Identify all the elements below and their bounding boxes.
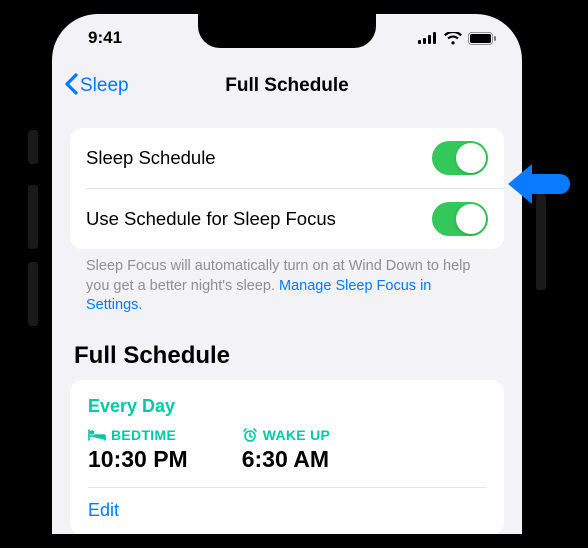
volume-up-button <box>28 185 38 249</box>
wakeup-value: 6:30 AM <box>242 446 330 473</box>
sleep-schedule-row: Sleep Schedule <box>70 128 504 188</box>
battery-icon <box>468 32 496 45</box>
sleep-schedule-label: Sleep Schedule <box>86 147 216 169</box>
sleep-schedule-toggle[interactable] <box>432 141 488 175</box>
phone-screen: 9:41 Sleep Full Schedule Sleep Schedule <box>52 14 522 534</box>
power-button <box>536 194 546 290</box>
alarm-icon <box>242 428 258 442</box>
edit-button[interactable]: Edit <box>88 500 486 521</box>
bedtime-value: 10:30 PM <box>88 446 188 473</box>
bedtime-label: BEDTIME <box>111 427 176 443</box>
phone-frame: 9:41 Sleep Full Schedule Sleep Schedule <box>38 0 536 548</box>
wifi-icon <box>444 32 462 45</box>
schedule-times: BEDTIME 10:30 PM WAKE UP 6:30 AM <box>88 427 486 488</box>
back-button[interactable]: Sleep <box>64 73 129 100</box>
volume-silent-switch <box>28 130 38 164</box>
arrow-shaft <box>532 174 570 194</box>
callout-arrow <box>508 164 570 204</box>
schedule-card: Every Day BEDTIME 10:30 PM WAKE UP <box>70 380 504 534</box>
section-title: Full Schedule <box>70 316 504 380</box>
chevron-left-icon <box>64 73 78 100</box>
schedule-frequency: Every Day <box>88 396 486 417</box>
bed-icon <box>88 429 106 441</box>
notch <box>198 14 376 48</box>
volume-down-button <box>28 262 38 326</box>
bedtime-column: BEDTIME 10:30 PM <box>88 427 188 473</box>
wakeup-label: WAKE UP <box>263 427 330 443</box>
cellular-icon <box>418 32 438 44</box>
use-focus-toggle[interactable] <box>432 202 488 236</box>
arrow-head-icon <box>508 164 532 204</box>
back-label: Sleep <box>80 75 129 97</box>
use-focus-label: Use Schedule for Sleep Focus <box>86 208 336 230</box>
footer-note: Sleep Focus will automatically turn on a… <box>70 249 504 316</box>
use-focus-row: Use Schedule for Sleep Focus <box>86 188 504 249</box>
wakeup-column: WAKE UP 6:30 AM <box>242 427 330 473</box>
page-title: Full Schedule <box>64 75 510 97</box>
toggles-card: Sleep Schedule Use Schedule for Sleep Fo… <box>70 128 504 249</box>
nav-bar: Sleep Full Schedule <box>52 62 522 110</box>
